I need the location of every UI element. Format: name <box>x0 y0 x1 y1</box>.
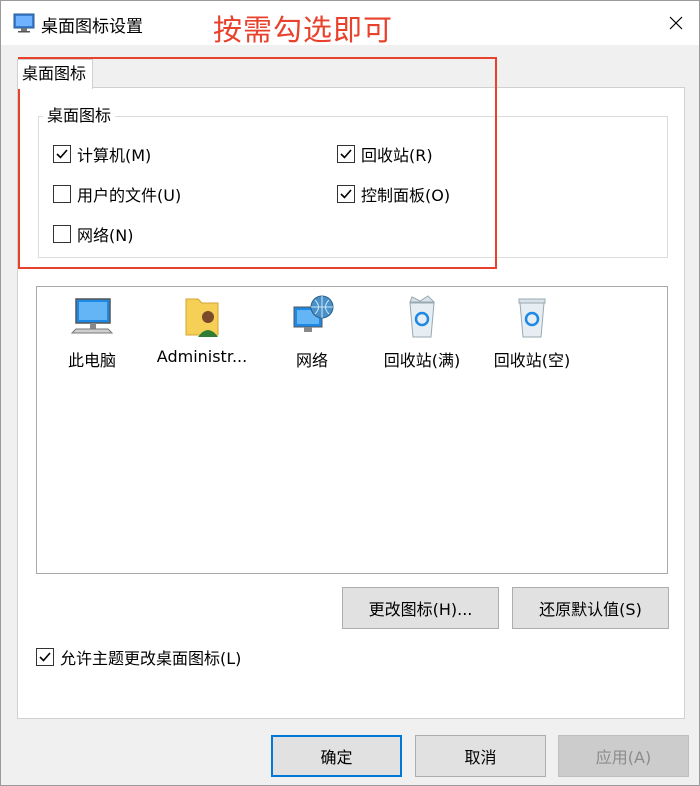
checkbox-allow-theme[interactable]: 允许主题更改桌面图标(L) <box>36 646 241 668</box>
checkmark-icon <box>340 189 352 199</box>
icon-label: Administr... <box>156 347 248 366</box>
icon-label: 此电脑 <box>67 351 116 370</box>
checkbox-box[interactable] <box>36 648 54 666</box>
checkbox-label: 计算机(M) <box>77 146 152 165</box>
checkbox-label: 允许主题更改桌面图标(L) <box>60 649 242 668</box>
checkbox-label: 控制面板(O) <box>361 186 451 205</box>
checkbox-box[interactable] <box>53 145 71 163</box>
icon-list[interactable]: 此电脑 Administr... 网络 回收站(满) 回收站(空) <box>36 286 668 574</box>
recycle-bin-full-icon <box>409 295 436 338</box>
tab-panel: 桌面图标 计算机(M) 回收站(R) 用户的文件(U) 控制面板(O) 网络(N… <box>17 87 685 719</box>
checkmark-icon <box>340 149 352 159</box>
annotation-text: 按需勾选即可 <box>213 13 394 47</box>
groupbox-legend: 桌面图标 <box>43 106 116 126</box>
window-title: 桌面图标设置 <box>41 17 143 37</box>
cancel-button[interactable]: 取消 <box>415 735 546 777</box>
checkbox-network[interactable]: 网络(N) <box>53 223 133 245</box>
icon-item-network[interactable]: 网络 <box>257 293 367 371</box>
change-icon-button[interactable]: 更改图标(H)... <box>342 587 499 629</box>
tab-desktop-icons[interactable]: 桌面图标 <box>17 59 94 89</box>
icon-label: 回收站(空) <box>493 351 571 370</box>
checkbox-user-files[interactable]: 用户的文件(U) <box>53 183 181 205</box>
icon-label: 回收站(满) <box>383 351 461 370</box>
checkbox-label: 回收站(R) <box>361 146 433 165</box>
restore-default-button[interactable]: 还原默认值(S) <box>512 587 669 629</box>
dialog-button-bar: 确定 取消 应用(A) <box>1 723 699 785</box>
checkbox-computer[interactable]: 计算机(M) <box>53 143 151 165</box>
network-icon <box>293 295 334 332</box>
checkbox-label: 网络(N) <box>77 226 134 245</box>
close-button[interactable] <box>653 1 699 45</box>
apply-button[interactable]: 应用(A) <box>558 735 689 777</box>
icon-item-recycle-bin-full[interactable]: 回收站(满) <box>367 293 477 371</box>
computer-icon <box>70 298 114 334</box>
desktop-icons-groupbox: 桌面图标 计算机(M) 回收站(R) 用户的文件(U) 控制面板(O) 网络(N… <box>38 106 668 258</box>
icon-item-administrator[interactable]: Administr... <box>147 293 257 366</box>
desktop-icon-settings-window: 桌面图标设置 按需勾选即可 桌面图标 桌面图标 计算机(M) 回收站(R) 用户… <box>0 0 700 786</box>
icon-label: 网络 <box>295 351 328 370</box>
recycle-bin-empty-icon <box>518 298 546 338</box>
close-icon <box>669 16 683 30</box>
ok-button[interactable]: 确定 <box>271 735 402 777</box>
desktop-settings-icon <box>13 13 35 33</box>
checkbox-control-panel[interactable]: 控制面板(O) <box>337 183 450 205</box>
user-folder-icon <box>185 298 219 337</box>
icon-item-this-pc[interactable]: 此电脑 <box>37 293 147 371</box>
checkbox-box[interactable] <box>53 225 71 243</box>
checkbox-box[interactable] <box>337 145 355 163</box>
checkbox-box[interactable] <box>53 185 71 203</box>
checkmark-icon <box>39 652 51 662</box>
checkmark-icon <box>56 149 68 159</box>
checkbox-recycle-bin[interactable]: 回收站(R) <box>337 143 433 165</box>
checkbox-box[interactable] <box>337 185 355 203</box>
checkbox-label: 用户的文件(U) <box>77 186 182 205</box>
icon-item-recycle-bin-empty[interactable]: 回收站(空) <box>477 293 587 371</box>
